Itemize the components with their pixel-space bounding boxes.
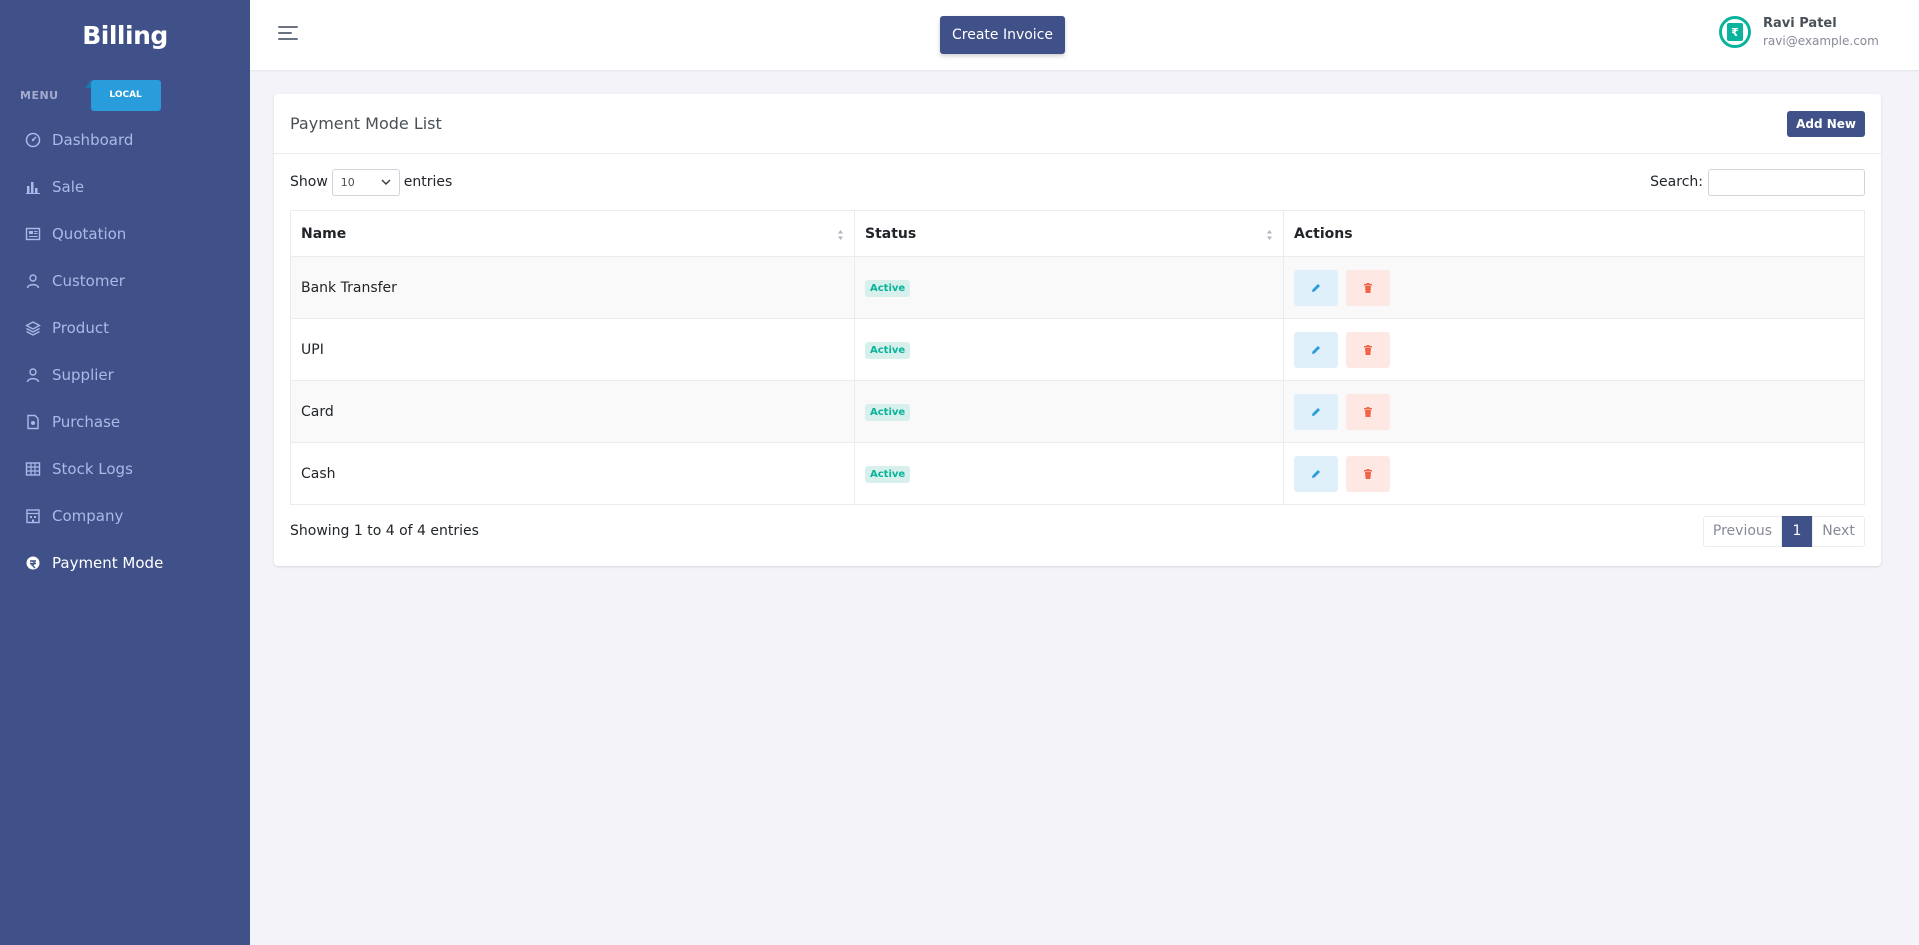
status-badge: Active — [865, 465, 911, 483]
layers-icon — [24, 319, 42, 337]
delete-button[interactable] — [1346, 393, 1391, 430]
trash-icon — [1364, 406, 1373, 417]
sidebar-item-dashboard[interactable]: Dashboard — [0, 116, 250, 163]
local-badge: LOCAL — [84, 79, 161, 111]
card-header: Payment Mode List Add New — [274, 94, 1881, 154]
dashboard-gauge-icon — [24, 131, 42, 149]
pagination-previous[interactable]: Previous — [1703, 515, 1782, 547]
menu-header: MENU LOCAL — [0, 79, 250, 111]
user-icon — [24, 272, 42, 290]
sidebar-item-stock-logs[interactable]: Stock Logs — [0, 445, 250, 492]
entries-value: 10 — [340, 175, 355, 189]
user-name: Ravi Patel — [1763, 16, 1837, 31]
sort-icon — [1267, 230, 1272, 240]
menu-title: MENU — [20, 88, 59, 102]
delete-button[interactable] — [1346, 331, 1391, 368]
sidebar-item-label: Dashboard — [52, 130, 134, 149]
sidebar-item-label: Product — [52, 318, 109, 337]
pagination-page-1[interactable]: 1 — [1782, 515, 1812, 547]
sidebar-item-quotation[interactable]: Quotation — [0, 210, 250, 257]
payment-mode-card: Payment Mode List Add New Show 10 entrie… — [274, 94, 1881, 566]
user-icon — [24, 366, 42, 384]
user-email: ravi@example.com — [1763, 34, 1879, 48]
sidebar-item-label: Payment Mode — [52, 553, 164, 572]
pencil-icon — [1312, 345, 1320, 354]
trash-icon — [1364, 468, 1373, 479]
sidebar-item-product[interactable]: Product — [0, 304, 250, 351]
sort-icon — [838, 230, 843, 240]
sidebar-item-label: Customer — [52, 271, 125, 290]
sidebar: Billing MENU LOCAL Dashboard Sale Quotat… — [0, 0, 250, 945]
table-row: UPI Active — [290, 318, 1865, 381]
trash-icon — [1364, 282, 1373, 293]
sidebar-item-payment-mode[interactable]: Payment Mode — [0, 539, 250, 586]
bar-chart-icon — [24, 178, 42, 196]
cell-name: Bank Transfer — [290, 256, 855, 319]
rupee-icon: ₹ — [1727, 23, 1743, 41]
status-badge: Active — [865, 403, 911, 421]
table-row: Card Active — [290, 380, 1865, 443]
building-icon — [24, 507, 42, 525]
trash-icon — [1364, 344, 1373, 355]
page-title: Payment Mode List — [290, 114, 442, 133]
hamburger-menu-icon[interactable] — [278, 26, 300, 42]
sidebar-item-sale[interactable]: Sale — [0, 163, 250, 210]
cell-name: Cash — [290, 442, 855, 505]
column-header-name[interactable]: Name — [290, 210, 855, 257]
brand-logo[interactable]: Billing — [0, 0, 250, 70]
sidebar-item-label: Sale — [52, 177, 85, 196]
table-grid-icon — [24, 460, 42, 478]
sidebar-item-company[interactable]: Company — [0, 492, 250, 539]
delete-button[interactable] — [1346, 269, 1391, 306]
edit-button[interactable] — [1294, 393, 1338, 430]
table-footer: Showing 1 to 4 of 4 entries Previous 1 N… — [290, 505, 1865, 557]
user-profile[interactable]: ₹ Ravi Patel ravi@example.com — [1719, 16, 1879, 48]
payment-mode-table: Name Status Actions Bank Transfer Active — [290, 210, 1865, 505]
pencil-icon — [1312, 407, 1320, 416]
payment-icon — [24, 554, 42, 572]
edit-button[interactable] — [1294, 269, 1338, 306]
table-controls: Show 10 entries Search: — [290, 154, 1865, 210]
entries-select[interactable]: 10 — [331, 168, 400, 196]
sidebar-item-label: Company — [52, 506, 124, 525]
status-badge: Active — [865, 279, 911, 297]
newspaper-icon — [24, 225, 42, 243]
delete-button[interactable] — [1346, 455, 1391, 492]
table-info: Showing 1 to 4 of 4 entries — [290, 523, 479, 539]
sidebar-item-label: Stock Logs — [52, 459, 133, 478]
pagination-next[interactable]: Next — [1812, 515, 1865, 547]
topbar: Create Invoice ₹ Ravi Patel ravi@example… — [250, 0, 1919, 70]
file-icon — [24, 413, 42, 431]
status-badge: Active — [865, 341, 911, 359]
add-new-button[interactable]: Add New — [1787, 110, 1865, 137]
pagination: Previous 1 Next — [1703, 515, 1865, 547]
show-label: Show — [290, 174, 328, 190]
entries-label: entries — [403, 174, 453, 190]
pencil-icon — [1312, 283, 1320, 292]
sidebar-item-customer[interactable]: Customer — [0, 257, 250, 304]
sidebar-item-label: Quotation — [52, 224, 127, 243]
sidebar-item-purchase[interactable]: Purchase — [0, 398, 250, 445]
create-invoice-button[interactable]: Create Invoice — [940, 16, 1065, 54]
table-row: Cash Active — [290, 442, 1865, 505]
search-label: Search: — [1650, 174, 1703, 190]
sidebar-item-label: Purchase — [52, 412, 121, 431]
search-input[interactable] — [1708, 168, 1865, 196]
edit-button[interactable] — [1294, 331, 1338, 368]
edit-button[interactable] — [1294, 455, 1338, 492]
avatar[interactable]: ₹ — [1719, 16, 1751, 48]
cell-name: UPI — [290, 318, 855, 381]
table-row: Bank Transfer Active — [290, 256, 1865, 319]
sidebar-item-label: Supplier — [52, 365, 114, 384]
pencil-icon — [1312, 469, 1320, 478]
column-header-status[interactable]: Status — [854, 210, 1284, 257]
cell-name: Card — [290, 380, 855, 443]
sidebar-nav: Dashboard Sale Quotation Customer Produc… — [0, 116, 250, 586]
chevron-down-icon — [381, 179, 391, 185]
column-header-actions: Actions — [1283, 210, 1865, 257]
sidebar-item-supplier[interactable]: Supplier — [0, 351, 250, 398]
